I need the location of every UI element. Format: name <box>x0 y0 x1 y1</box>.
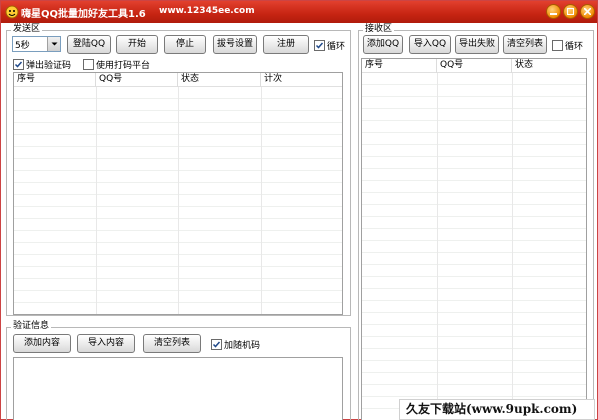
start-button[interactable]: 开始 <box>116 35 158 54</box>
column-header-count[interactable]: 计次 <box>261 73 342 87</box>
column-divider <box>178 87 179 314</box>
column-divider <box>512 73 513 420</box>
send-loop-label: 循环 <box>327 41 346 52</box>
receive-list[interactable]: 序号 QQ号 状态 <box>361 58 587 420</box>
import-content-button[interactable]: 导入内容 <box>77 334 135 353</box>
column-header-status[interactable]: 状态 <box>512 59 586 73</box>
use-captcha-platform-checkbox[interactable]: 使用打码平台 <box>83 58 151 71</box>
receive-loop-label: 循环 <box>565 41 584 52</box>
send-group-label: 发送区 <box>11 24 43 34</box>
interval-select[interactable]: 5秒 <box>12 36 61 52</box>
add-content-button[interactable]: 添加内容 <box>13 334 71 353</box>
receive-list-header: 序号 QQ号 状态 <box>362 59 586 73</box>
export-failed-button[interactable]: 导出失败 <box>455 35 499 54</box>
site-watermark: 久友下载站(www.9upk.com) <box>399 399 595 420</box>
clear-list-button[interactable]: 清空列表 <box>143 334 201 353</box>
maximize-button[interactable] <box>563 4 578 19</box>
chevron-down-icon <box>51 42 58 46</box>
checkbox-box[interactable] <box>552 39 563 51</box>
use-captcha-platform-label: 使用打码平台 <box>96 60 151 71</box>
verify-message-textarea[interactable] <box>13 357 343 420</box>
checkbox-box[interactable] <box>211 338 222 350</box>
register-button[interactable]: 注册 <box>263 35 309 54</box>
column-header-qq[interactable]: QQ号 <box>437 59 512 73</box>
checkmark-icon <box>315 42 324 49</box>
send-list-header: 序号 QQ号 状态 计次 <box>14 73 342 87</box>
column-header-index[interactable]: 序号 <box>362 59 437 73</box>
close-icon <box>584 8 591 15</box>
login-qq-button[interactable]: 登陆QQ <box>67 35 111 54</box>
random-code-checkbox[interactable]: 加随机码 <box>211 338 261 351</box>
maximize-icon <box>567 8 574 15</box>
column-header-status[interactable]: 状态 <box>178 73 261 87</box>
interval-select-value: 5秒 <box>15 41 30 51</box>
popup-captcha-label: 弹出验证码 <box>26 60 72 71</box>
window-title: 嗨星QQ批量加好友工具1.6 <box>21 9 146 20</box>
send-list[interactable]: 序号 QQ号 状态 计次 <box>13 72 343 315</box>
checkmark-icon <box>212 341 221 348</box>
close-button[interactable] <box>580 4 595 19</box>
window-url: www.12345ee.com <box>159 6 255 16</box>
checkbox-box[interactable] <box>83 58 94 70</box>
minimize-button[interactable] <box>546 4 561 19</box>
receive-group-label: 接收区 <box>363 24 395 34</box>
receive-clear-list-button[interactable]: 清空列表 <box>503 35 547 54</box>
verify-group-label: 验证信息 <box>11 321 52 331</box>
stop-button[interactable]: 停止 <box>164 35 206 54</box>
dial-settings-button[interactable]: 拔号设置 <box>213 35 257 54</box>
column-divider <box>437 73 438 420</box>
receive-loop-checkbox[interactable]: 循环 <box>552 39 584 52</box>
title-bar: 嗨星QQ批量加好友工具1.6 www.12345ee.com <box>1 1 597 23</box>
dropdown-arrow-button[interactable] <box>47 37 60 51</box>
send-loop-checkbox[interactable]: 循环 <box>314 39 346 52</box>
receive-list-body[interactable] <box>362 73 586 420</box>
app-logo-icon <box>5 5 19 19</box>
random-code-label: 加随机码 <box>224 340 261 351</box>
minimize-icon <box>550 13 557 15</box>
checkbox-box[interactable] <box>314 39 325 51</box>
column-divider <box>96 87 97 314</box>
popup-captcha-checkbox[interactable]: 弹出验证码 <box>13 58 72 71</box>
add-qq-button[interactable]: 添加QQ <box>363 35 403 54</box>
column-header-qq[interactable]: QQ号 <box>96 73 178 87</box>
checkbox-box[interactable] <box>13 58 24 70</box>
column-header-index[interactable]: 序号 <box>14 73 96 87</box>
column-divider <box>261 87 262 314</box>
checkmark-icon <box>14 61 23 68</box>
app-window: 嗨星QQ批量加好友工具1.6 www.12345ee.com 发送区 5秒 登陆… <box>0 0 598 420</box>
import-qq-button[interactable]: 导入QQ <box>409 35 451 54</box>
